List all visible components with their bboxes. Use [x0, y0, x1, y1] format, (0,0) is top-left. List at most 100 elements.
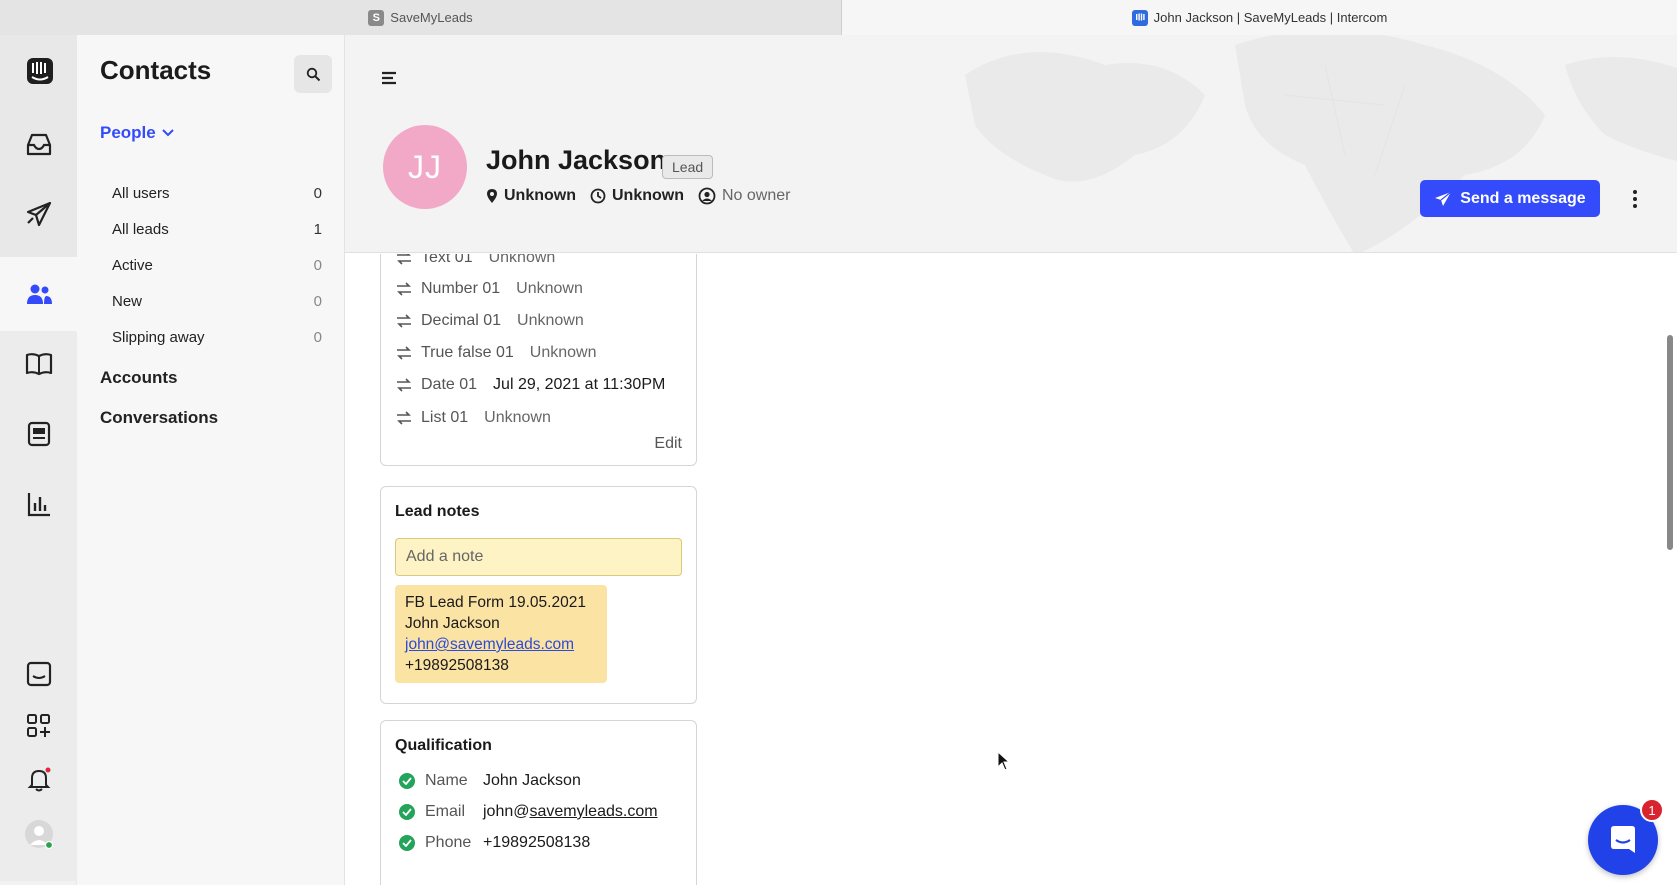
- kebab-dot-icon: [1633, 190, 1637, 194]
- note-line: +19892508138: [405, 657, 509, 674]
- sidebar-item-active[interactable]: Active 0: [112, 246, 322, 284]
- check-circle-icon: [399, 773, 415, 789]
- sidebar-item-label: Slipping away: [112, 328, 205, 346]
- attribute-row[interactable]: True false 01 Unknown: [395, 344, 597, 362]
- attribute-row[interactable]: List 01 Unknown: [395, 409, 551, 427]
- browser-tab-intercom[interactable]: John Jackson | SaveMyLeads | Intercom: [842, 0, 1677, 35]
- owner-text: No owner: [722, 187, 791, 204]
- attribute-value: Unknown: [484, 409, 551, 426]
- email-domain-link[interactable]: savemyleads.com: [530, 803, 658, 820]
- location-meta[interactable]: Unknown: [486, 187, 576, 205]
- sidebar-item-count: 0: [313, 328, 322, 346]
- qualification-value: john@savemyleads.com: [483, 803, 658, 821]
- qualification-row[interactable]: Name John Jackson: [399, 772, 581, 790]
- owner-meta[interactable]: No owner: [698, 187, 790, 205]
- scrollbar-thumb[interactable]: [1667, 335, 1673, 550]
- attribute-row[interactable]: Text 01 Unknown: [395, 254, 555, 267]
- send-message-label: Send a message: [1460, 189, 1586, 207]
- savemyleads-favicon-icon: S: [368, 9, 385, 26]
- lead-notes-card: Lead notes Add a note FB Lead Form 19.05…: [380, 486, 697, 704]
- chat-bubble-icon: [1611, 826, 1635, 853]
- note-email-link[interactable]: john@savemyleads.com: [405, 634, 597, 655]
- attribute-value: Unknown: [488, 254, 556, 266]
- browser-tab-bar: S SaveMyLeads John Jackson | SaveMyLeads…: [0, 0, 1677, 35]
- bell-icon[interactable]: [0, 750, 77, 808]
- qualification-key: Email: [425, 803, 466, 820]
- attribute-row[interactable]: Date 01 Jul 29, 2021 at 11:30PM: [395, 376, 665, 394]
- sidebar-item-count: 0: [313, 256, 322, 274]
- note-item[interactable]: FB Lead Form 19.05.2021 John Jackson joh…: [395, 585, 607, 683]
- contacts-sidebar: Contacts People All users 0 All leads 1 …: [77, 35, 345, 885]
- send-message-button[interactable]: Send a message: [1420, 180, 1600, 217]
- attribute-key: Number 01: [421, 280, 501, 297]
- search-button[interactable]: [294, 55, 332, 93]
- check-circle-icon: [399, 804, 415, 820]
- profile-header: JJ John Jackson Lead Unknown Unknown No …: [345, 35, 1677, 253]
- outbound-icon[interactable]: [0, 185, 77, 243]
- attribute-value: Unknown: [529, 344, 597, 361]
- qualification-value: John Jackson: [483, 772, 581, 789]
- local-time-meta[interactable]: Unknown: [590, 187, 684, 205]
- contact-meta: Unknown Unknown No owner: [486, 187, 804, 205]
- sidebar-item-all-users[interactable]: All users 0: [112, 174, 322, 212]
- qualification-row[interactable]: Phone +19892508138: [399, 834, 590, 852]
- sidebar-section-accounts[interactable]: Accounts: [100, 368, 177, 388]
- messenger-icon[interactable]: [0, 645, 77, 703]
- sidebar-section-conversations[interactable]: Conversations: [100, 408, 218, 428]
- email-prefix: john@: [483, 803, 530, 820]
- qualification-value: +19892508138: [483, 834, 591, 851]
- unread-count-badge: 1: [1640, 798, 1664, 822]
- menu-toggle-button[interactable]: [381, 71, 399, 90]
- inbox-icon[interactable]: [0, 115, 77, 173]
- reports-icon[interactable]: [0, 475, 77, 533]
- add-note-input[interactable]: Add a note: [395, 538, 682, 576]
- profile-scroll-area[interactable]: Text 01 Unknown Number 01 Unknown Decima…: [345, 254, 1677, 885]
- messages-icon[interactable]: [0, 405, 77, 463]
- search-icon: [306, 67, 320, 81]
- browser-tab-savemyleads[interactable]: S SaveMyLeads: [0, 0, 842, 35]
- qualification-row[interactable]: Email john@savemyleads.com: [399, 803, 658, 821]
- paper-plane-icon: [1435, 191, 1452, 206]
- attribute-value: Unknown: [517, 312, 584, 329]
- sidebar-item-slipping-away[interactable]: Slipping away 0: [112, 318, 322, 356]
- qualification-title: Qualification: [395, 737, 492, 754]
- world-map-background: [965, 35, 1677, 252]
- sidebar-item-label: New: [112, 292, 143, 310]
- kebab-dot-icon: [1633, 204, 1637, 208]
- apps-icon[interactable]: [0, 697, 77, 755]
- attribute-value: Jul 29, 2021 at 11:30PM: [493, 376, 666, 393]
- sidebar-title: Contacts: [100, 55, 212, 85]
- main-panel: JJ John Jackson Lead Unknown Unknown No …: [345, 35, 1677, 885]
- sidebar-item-new[interactable]: New 0: [112, 282, 322, 320]
- browser-tab-label: SaveMyLeads: [390, 10, 473, 25]
- user-avatar-icon[interactable]: [0, 805, 77, 863]
- sidebar-item-all-leads[interactable]: All leads 1: [112, 210, 322, 248]
- intercom-favicon-icon: [1131, 9, 1148, 26]
- mouse-cursor-icon: [997, 751, 1011, 771]
- clock-icon: [590, 188, 606, 204]
- edit-attributes-button[interactable]: Edit: [654, 435, 682, 453]
- intercom-logo-icon[interactable]: [0, 41, 77, 99]
- avatar: JJ: [383, 125, 467, 209]
- local-time-text: Unknown: [612, 187, 684, 204]
- sidebar-item-count: 0: [313, 184, 322, 202]
- attribute-row[interactable]: Decimal 01 Unknown: [395, 312, 584, 330]
- sync-arrows-icon: [397, 314, 411, 328]
- kebab-dot-icon: [1633, 197, 1637, 201]
- app-rail: [0, 35, 77, 885]
- contacts-icon[interactable]: [0, 265, 77, 323]
- attribute-row[interactable]: Number 01 Unknown: [395, 280, 583, 298]
- more-options-button[interactable]: [1625, 187, 1645, 211]
- articles-icon[interactable]: [0, 335, 77, 393]
- owner-icon: [698, 187, 716, 205]
- sidebar-item-label: All leads: [112, 220, 169, 238]
- browser-tab-label: John Jackson | SaveMyLeads | Intercom: [1153, 10, 1388, 25]
- chevron-down-icon: [162, 129, 174, 137]
- hamburger-icon: [382, 71, 396, 85]
- sync-arrows-icon: [397, 282, 411, 296]
- attribute-key: Text 01: [421, 254, 473, 266]
- note-line: John Jackson: [405, 615, 500, 632]
- sync-arrows-icon: [397, 411, 411, 425]
- contact-name: John Jackson: [486, 145, 667, 175]
- people-dropdown[interactable]: People: [100, 123, 174, 143]
